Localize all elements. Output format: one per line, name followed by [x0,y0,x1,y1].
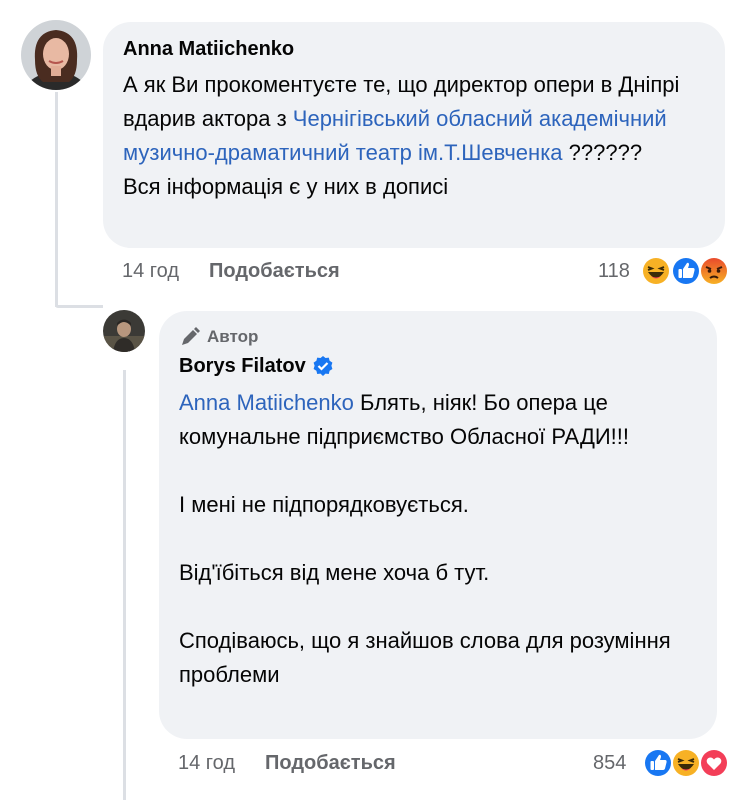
haha-reaction-icon [641,256,671,286]
reply-bubble: Автор Borys Filatov Anna Matiichenko Бля… [159,311,717,739]
love-reaction-icon [699,748,729,778]
thread-line-vertical [55,92,58,307]
reply-reactions[interactable] [642,745,742,779]
avatar-anna[interactable] [21,20,91,90]
comment-reaction-count[interactable]: 118 [598,260,630,283]
reply-author-name[interactable]: Borys Filatov [179,354,306,378]
reply-text-p4: Сподіваюсь, що я знайшов слова для розум… [179,628,671,687]
comment-text: А як Ви прокоментуєте те, що директор оп… [123,68,705,204]
reply-reaction-count[interactable]: 854 [593,752,626,775]
verified-badge-icon [313,356,333,376]
reply-time[interactable]: 14 год [178,752,235,774]
author-pen-icon [182,327,200,345]
author-badge-label: Автор [207,327,259,346]
reply-meta: 14 год Подобається [178,752,396,775]
like-reaction-icon [671,256,701,286]
author-badge: Автор [179,326,697,348]
thread-line-elbow [55,305,103,308]
comment-reactions[interactable] [640,253,740,287]
comment-text-part2: ?????? [562,140,643,165]
angry-reaction-icon [699,256,729,286]
reply-thread-line [123,370,126,800]
comment-meta: 14 год Подобається [122,260,340,283]
reply-text-p2: І мені не підпорядковується. [179,492,469,517]
reply-mention[interactable]: Anna Matiichenko [179,390,354,415]
avatar-borys[interactable] [103,310,145,352]
reply-author: Borys Filatov [179,354,697,378]
comment-bubble: Anna Matiichenko А як Ви прокоментуєте т… [103,22,725,248]
reply-like-button[interactable]: Подобається [265,752,396,774]
comment-author-name[interactable]: Anna Matiichenko [123,37,705,61]
comment-time[interactable]: 14 год [122,260,179,282]
haha-reaction-icon [671,748,701,778]
comment-like-button[interactable]: Подобається [209,260,340,282]
like-reaction-icon [643,748,673,778]
comment-text-line2: Вся інформація є у них в дописі [123,174,449,199]
reply-text: Anna Matiichenko Блять, ніяк! Бо опера ц… [179,386,697,692]
reply-text-p3: Від'їбіться від мене хоча б тут. [179,560,490,585]
